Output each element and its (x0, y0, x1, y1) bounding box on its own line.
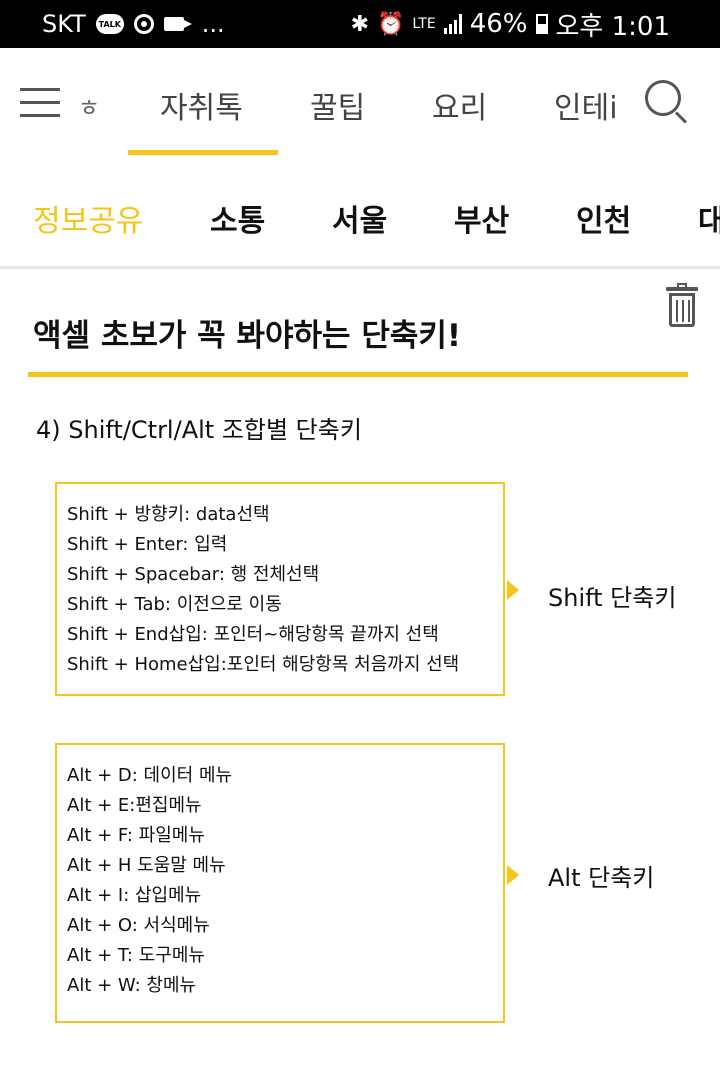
section-heading: 4) Shift/Ctrl/Alt 조합별 단축키 (36, 416, 362, 444)
category-seoul[interactable]: 서울 (332, 196, 387, 240)
shortcut-line: Shift + Enter: 입력 (67, 534, 228, 555)
network-label: LTE (412, 16, 436, 32)
shortcut-line: Alt + W: 창메뉴 (67, 975, 197, 996)
nav-tab-cooking[interactable]: 요리 (432, 83, 487, 127)
active-tab-indicator (128, 150, 278, 155)
hamburger-menu-icon[interactable] (20, 88, 60, 118)
category-busan[interactable]: 부산 (454, 196, 509, 240)
shortcut-line: Alt + D: 데이터 메뉴 (67, 765, 233, 786)
battery-icon (535, 14, 548, 34)
category-divider (0, 266, 720, 269)
talk-icon-label: TALK (98, 19, 121, 29)
shortcut-line: Shift + Spacebar: 행 전체선택 (67, 564, 320, 585)
post-title: 액셀 초보가 꼭 봐야하는 단축키! (33, 318, 462, 354)
carrier-label: SKT (42, 10, 86, 38)
shortcut-line: Shift + Tab: 이전으로 이동 (67, 594, 282, 615)
signal-icon (443, 14, 462, 34)
kakaotalk-icon: TALK (95, 14, 124, 34)
category-daegu-partial[interactable]: 대 (698, 196, 720, 240)
shift-shortcut-box: Shift + 방향키: data선택 Shift + Enter: 입력 Sh… (55, 482, 505, 696)
shortcut-line: Alt + I: 삽입메뉴 (67, 885, 202, 906)
trash-icon[interactable] (666, 283, 698, 329)
status-bar-right: ✱ ⏰ LTE 46% 오후 1:01 (351, 0, 670, 48)
shortcut-line: Shift + 방향키: data선택 (67, 504, 270, 525)
arrow-right-icon (507, 580, 519, 600)
title-underline (28, 372, 688, 377)
clock: 오후 1:01 (555, 11, 671, 42)
shortcut-line: Alt + F: 파일메뉴 (67, 825, 205, 846)
shortcut-line: Shift + Home삽입:포인터 해당항목 처음까지 선택 (67, 654, 460, 675)
alt-group-label: Alt 단축키 (548, 864, 655, 892)
shift-group-label: Shift 단축키 (548, 584, 677, 612)
nav-tab-interior[interactable]: 인테i (554, 83, 618, 127)
shortcut-line: Alt + E:편집메뉴 (67, 795, 202, 816)
category-info-share[interactable]: 정보공유 (33, 196, 143, 240)
shortcut-line: Alt + O: 서식메뉴 (67, 915, 210, 936)
video-icon (163, 17, 192, 31)
alarm-icon: ⏰ (377, 11, 405, 37)
nav-tab-jachwitok[interactable]: 자취톡 (160, 83, 243, 127)
shortcut-line: Shift + End삽입: 포인터~해당항목 끝까지 선택 (67, 624, 439, 645)
status-bar: SKT TALK ... ✱ ⏰ LTE 46% 오후 1:01 (0, 0, 720, 48)
category-incheon[interactable]: 인천 (576, 196, 631, 240)
shortcut-line: Alt + H 도움말 메뉴 (67, 855, 226, 876)
nav-tab-tips[interactable]: 꿀팁 (310, 83, 365, 127)
bluetooth-icon: ✱ (350, 11, 370, 37)
search-icon[interactable] (645, 80, 687, 124)
status-bar-left: SKT TALK ... (42, 0, 225, 48)
more-notifications: ... (201, 10, 225, 38)
alt-shortcut-box: Alt + D: 데이터 메뉴 Alt + E:편집메뉴 Alt + F: 파일… (55, 743, 505, 1023)
shortcut-line: Alt + T: 도구메뉴 (67, 945, 205, 966)
sync-icon (133, 14, 154, 34)
battery-percent: 46% (469, 9, 528, 39)
category-communication[interactable]: 소통 (210, 196, 265, 240)
arrow-right-icon (507, 865, 519, 885)
nav-tab-partial[interactable]: ㅎ (78, 88, 100, 123)
